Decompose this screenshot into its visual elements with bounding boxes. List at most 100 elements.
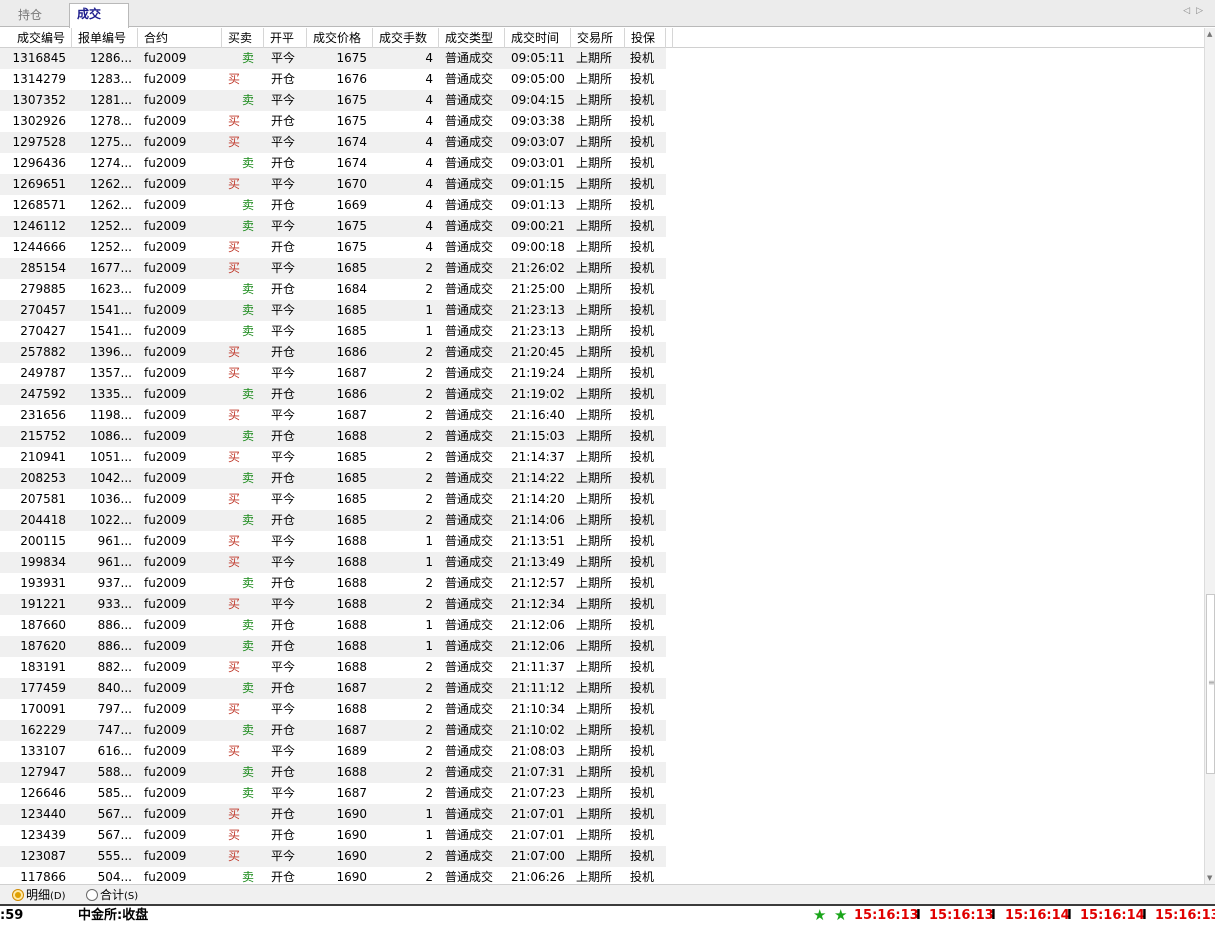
table-row[interactable]: 187660 886... fu2009 卖 开仓 1688 1 普通成交 21:12:06 上期…	[0, 615, 666, 636]
table-row[interactable]: 200115 961... fu2009 买 平今 1688 1 普通成交 21:13:51 上期…	[0, 531, 666, 552]
scroll-down-icon[interactable]: ▼	[1207, 874, 1212, 882]
cell-volume: 2	[425, 849, 433, 863]
cell-open-close: 平今	[271, 786, 296, 800]
cell-volume: 1	[425, 555, 433, 569]
table-row[interactable]: 170091 797... fu2009 买 平今 1688 2 普通成交 21:10:34 上期…	[0, 699, 666, 720]
col-trade-time-header[interactable]: 成交时间	[505, 28, 571, 48]
cell-exchange: 上期所	[576, 324, 613, 338]
cell-contract: fu2009	[144, 786, 187, 800]
table-row[interactable]: 249787 1357... fu2009 买 平今 1687 2 普通成交 21:19:24 上…	[0, 363, 666, 384]
table-row[interactable]: 127947 588... fu2009 卖 开仓 1688 2 普通成交 21:07:31 上期…	[0, 762, 666, 783]
table-row[interactable]: 123439 567... fu2009 买 开仓 1690 1 普通成交 21:07:01 上期…	[0, 825, 666, 846]
table-row[interactable]: 1296436 1274... fu2009 卖 开仓 1674 4 普通成交 09:03:01…	[0, 153, 666, 174]
table-row[interactable]: 191221 933... fu2009 买 平今 1688 2 普通成交 21:12:34 上期…	[0, 594, 666, 615]
tab-scroll-right-icon[interactable]: ▷	[1196, 6, 1209, 16]
vertical-scrollbar[interactable]: ▲ ≡ ▼	[1204, 28, 1215, 884]
tab-scroll-arrows[interactable]: ◁▷	[1183, 6, 1209, 16]
cell-price: 1688	[336, 702, 367, 716]
cell-hedge-flag: 投机	[630, 345, 655, 359]
table-row[interactable]: 126646 585... fu2009 卖 平今 1687 2 普通成交 21:07:23 上期…	[0, 783, 666, 804]
radio-detail[interactable]: 明细(D)	[12, 887, 66, 903]
cell-price: 1687	[336, 408, 367, 422]
cell-volume: 2	[425, 492, 433, 506]
cell-direction: 买	[228, 492, 241, 506]
table-row[interactable]: 231656 1198... fu2009 买 平今 1687 2 普通成交 21:16:40 上…	[0, 405, 666, 426]
status-bar: :59 中金所:收盘 ★ ★ 15:16:13 I 15:16:13 I 15:…	[0, 904, 1215, 925]
tab-positions[interactable]: 持仓(F5)	[10, 4, 68, 43]
cell-trade-type: 普通成交	[445, 744, 494, 758]
radio-total[interactable]: 合计(S)	[86, 887, 138, 903]
cell-hedge-flag: 投机	[630, 177, 655, 191]
table-row[interactable]: 162229 747... fu2009 卖 开仓 1687 2 普通成交 21:10:02 上期…	[0, 720, 666, 741]
table-row[interactable]: 270427 1541... fu2009 卖 平今 1685 1 普通成交 21:23:13 上…	[0, 321, 666, 342]
cell-open-close: 平今	[271, 450, 296, 464]
cell-exchange: 上期所	[576, 93, 613, 107]
table-row[interactable]: 183191 882... fu2009 买 平今 1688 2 普通成交 21:11:37 上期…	[0, 657, 666, 678]
cell-trade-time: 21:19:24	[511, 366, 565, 380]
table-row[interactable]: 117866 504... fu2009 卖 开仓 1690 2 普通成交 21:06:26 上期…	[0, 867, 666, 884]
cell-trade-id: 123440	[20, 807, 66, 821]
cell-trade-type: 普通成交	[445, 723, 494, 737]
table-row[interactable]: 199834 961... fu2009 买 平今 1688 1 普通成交 21:13:49 上期…	[0, 552, 666, 573]
cell-contract: fu2009	[144, 807, 187, 821]
col-contract-header[interactable]: 合约	[138, 28, 222, 48]
cell-contract: fu2009	[144, 282, 187, 296]
cell-order-id: 747...	[97, 723, 132, 737]
col-order-id-header[interactable]: 报单编号	[72, 28, 138, 48]
cell-trade-time: 21:12:34	[511, 597, 565, 611]
table-row[interactable]: 1246112 1252... fu2009 卖 平今 1675 4 普通成交 09:00:21…	[0, 216, 666, 237]
table-row[interactable]: 187620 886... fu2009 卖 开仓 1688 1 普通成交 21:12:06 上期…	[0, 636, 666, 657]
table-row[interactable]: 207581 1036... fu2009 买 平今 1685 2 普通成交 21:14:20 上…	[0, 489, 666, 510]
tab-scroll-left-icon[interactable]: ◁	[1183, 6, 1196, 16]
col-trade-id-header[interactable]: 成交编号	[0, 28, 72, 48]
col-exchange-header[interactable]: 交易所	[571, 28, 625, 48]
table-row[interactable]: 257882 1396... fu2009 买 开仓 1686 2 普通成交 21:20:45 上…	[0, 342, 666, 363]
table-row[interactable]: 1314279 1283... fu2009 买 开仓 1676 4 普通成交 09:05:00…	[0, 69, 666, 90]
col-hedge-flag-header[interactable]: 投保	[625, 28, 666, 48]
cell-open-close: 开仓	[271, 723, 296, 737]
table-row[interactable]: 1268571 1262... fu2009 卖 开仓 1669 4 普通成交 09:01:13…	[0, 195, 666, 216]
cell-direction: 卖	[241, 618, 254, 632]
cell-trade-id: 199834	[20, 555, 66, 569]
table-row[interactable]: 123087 555... fu2009 买 平今 1690 2 普通成交 21:07:00 上期…	[0, 846, 666, 867]
cell-contract: fu2009	[144, 198, 187, 212]
cell-direction: 卖	[241, 387, 254, 401]
table-row[interactable]: 1316845 1286... fu2009 卖 平今 1675 4 普通成交 09:05:11…	[0, 48, 666, 69]
table-row[interactable]: 208253 1042... fu2009 卖 开仓 1685 2 普通成交 21:14:22 上…	[0, 468, 666, 489]
scroll-up-icon[interactable]: ▲	[1207, 30, 1212, 38]
col-price-header[interactable]: 成交价格	[307, 28, 373, 48]
table-row[interactable]: 133107 616... fu2009 买 平今 1689 2 普通成交 21:08:03 上期…	[0, 741, 666, 762]
cell-volume: 4	[425, 72, 433, 86]
table-row[interactable]: 1302926 1278... fu2009 买 开仓 1675 4 普通成交 09:03:38…	[0, 111, 666, 132]
cell-volume: 4	[425, 177, 433, 191]
col-open-close-header[interactable]: 开平	[264, 28, 307, 48]
cell-price: 1687	[336, 366, 367, 380]
cell-trade-id: 1316845	[12, 51, 66, 65]
cell-direction: 买	[228, 534, 241, 548]
table-row[interactable]: 177459 840... fu2009 卖 开仓 1687 2 普通成交 21:11:12 上期…	[0, 678, 666, 699]
cell-direction: 买	[228, 240, 241, 254]
tab-trades[interactable]: 成交(F2)	[69, 3, 129, 42]
cell-open-close: 开仓	[271, 387, 296, 401]
table-row[interactable]: 1269651 1262... fu2009 买 平今 1670 4 普通成交 09:01:15…	[0, 174, 666, 195]
cell-direction: 买	[228, 597, 241, 611]
table-row[interactable]: 279885 1623... fu2009 卖 开仓 1684 2 普通成交 21:25:00 上…	[0, 279, 666, 300]
table-row[interactable]: 1244666 1252... fu2009 买 开仓 1675 4 普通成交 09:00:18…	[0, 237, 666, 258]
cell-direction: 卖	[241, 765, 254, 779]
col-volume-header[interactable]: 成交手数	[373, 28, 439, 48]
table-row[interactable]: 270457 1541... fu2009 卖 平今 1685 1 普通成交 21:23:13 上…	[0, 300, 666, 321]
cell-trade-type: 普通成交	[445, 240, 494, 254]
cell-trade-type: 普通成交	[445, 261, 494, 275]
table-row[interactable]: 1307352 1281... fu2009 卖 平今 1675 4 普通成交 09:04:15…	[0, 90, 666, 111]
col-trade-type-header[interactable]: 成交类型	[439, 28, 505, 48]
table-row[interactable]: 1297528 1275... fu2009 买 平今 1674 4 普通成交 09:03:07…	[0, 132, 666, 153]
table-row[interactable]: 247592 1335... fu2009 卖 开仓 1686 2 普通成交 21:19:02 上…	[0, 384, 666, 405]
col-direction-header[interactable]: 买卖	[222, 28, 264, 48]
cell-price: 1688	[336, 597, 367, 611]
table-row[interactable]: 204418 1022... fu2009 卖 开仓 1685 2 普通成交 21:14:06 上…	[0, 510, 666, 531]
table-row[interactable]: 123440 567... fu2009 买 开仓 1690 1 普通成交 21:07:01 上期…	[0, 804, 666, 825]
table-row[interactable]: 210941 1051... fu2009 买 平今 1685 2 普通成交 21:14:37 上…	[0, 447, 666, 468]
table-row[interactable]: 193931 937... fu2009 卖 开仓 1688 2 普通成交 21:12:57 上期…	[0, 573, 666, 594]
table-row[interactable]: 215752 1086... fu2009 卖 开仓 1688 2 普通成交 21:15:03 上…	[0, 426, 666, 447]
table-row[interactable]: 285154 1677... fu2009 买 平今 1685 2 普通成交 21:26:02 上…	[0, 258, 666, 279]
